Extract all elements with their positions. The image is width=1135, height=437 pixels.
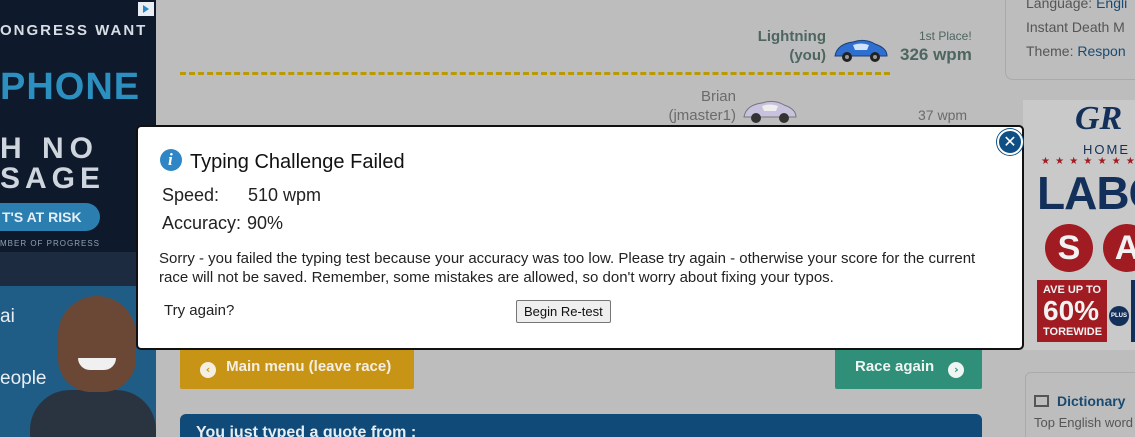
dialog-title-text: Typing Challenge Failed — [190, 151, 405, 173]
racer-name: Lightning — [757, 28, 826, 45]
settings-panel: Language: Engli Instant Death M Theme: R… — [1005, 0, 1135, 80]
main-menu-label: Main menu (leave race) — [226, 358, 392, 375]
info-icon — [160, 149, 182, 171]
ad-plus-badge: PLUS — [1109, 306, 1129, 326]
quote-header: You just typed a quote from : — [180, 414, 982, 437]
ad-letter: A — [1103, 224, 1135, 272]
ad-text: ONGRESS WANT — [0, 22, 148, 39]
right-column: Language: Engli Instant Death M Theme: R… — [1005, 0, 1135, 437]
car-you-icon — [834, 39, 888, 62]
main-menu-button[interactable]: ‹ Main menu (leave race) — [180, 345, 414, 389]
challenge-failed-dialog: Typing Challenge Failed ✕ Speed: 510 wpm… — [136, 125, 1024, 350]
place-label: 1st Place! — [919, 29, 972, 43]
ad-pill: T'S AT RISK — [0, 203, 100, 231]
ad-person-suit — [30, 390, 156, 437]
ad-text: PHONE — [0, 66, 141, 108]
ad-brand: GR — [1075, 100, 1123, 137]
accuracy-label: Accuracy: — [162, 213, 242, 233]
racer-name: Brian — [700, 88, 736, 105]
accuracy-row: Accuracy: 90% — [162, 213, 283, 234]
racer-you: Lightning (you) — [730, 27, 826, 65]
accuracy-value: 90% — [247, 213, 284, 233]
ad-letter: S — [1045, 224, 1093, 272]
speed-row: Speed: 510 wpm — [162, 185, 321, 206]
ad-headline: LABO — [1037, 167, 1135, 219]
speed-value: 510 wpm — [248, 185, 322, 205]
car-opponent-icon — [743, 100, 797, 123]
try-again-label: Try again? — [164, 302, 235, 319]
close-icon[interactable]: ✕ — [997, 129, 1023, 155]
ad-person-face — [58, 296, 136, 392]
racer-opponent: Brian (jmaster1) — [650, 87, 736, 125]
ad-text: HOME F — [1083, 142, 1135, 157]
race-again-button[interactable]: Race again › — [835, 345, 982, 389]
dialog-title: Typing Challenge Failed — [160, 149, 405, 174]
theme-label: Theme: — [1026, 43, 1074, 59]
ad-text: eople — [0, 368, 47, 389]
racer-wpm: 37 wpm — [918, 107, 968, 123]
race-again-label: Race again — [855, 358, 935, 375]
ad-save-box: AVE UP TO 60% TOREWIDE — [1037, 280, 1107, 342]
dictionary-subtitle[interactable]: Top English word — [1034, 415, 1135, 430]
failure-message: Sorry - you failed the typing test becau… — [159, 250, 976, 286]
racer-handle: (jmaster1) — [668, 107, 736, 124]
chevron-right-icon: › — [948, 362, 965, 378]
begin-retest-button[interactable]: Begin Re-test — [516, 300, 611, 323]
language-label: Language: — [1026, 0, 1093, 11]
speed-label: Speed: — [162, 185, 220, 205]
ad-text: SAGE — [0, 162, 106, 195]
dictionary-title[interactable]: Dictionary — [1057, 393, 1125, 409]
right-ad[interactable]: GR HOME F ★ ★ ★ ★ ★ ★ ★ ★ LABO S A AVE U… — [1023, 100, 1135, 350]
left-ad-top[interactable]: ONGRESS WANT PHONE H NO SAGE T'S AT RISK… — [0, 0, 156, 252]
ad-text: TOREWIDE — [1043, 326, 1103, 338]
book-icon — [1034, 395, 1049, 407]
ad-text: ai — [0, 306, 15, 327]
theme-value[interactable]: Respon — [1077, 43, 1125, 59]
ad-text: MBER OF PROGRESS — [0, 239, 101, 248]
ad-save-value: 60% — [1043, 295, 1100, 326]
chevron-left-icon: ‹ — [200, 362, 216, 378]
racer-handle: (you) — [789, 47, 826, 64]
race-track-line — [180, 72, 890, 75]
ad-person-smile — [78, 358, 116, 370]
ad-text: H NO — [0, 132, 99, 165]
left-ad-bottom[interactable]: ai eople — [0, 286, 156, 437]
instant-death-setting[interactable]: Instant Death M — [1026, 15, 1135, 39]
language-value[interactable]: Engli — [1096, 0, 1127, 11]
dictionary-panel: Dictionary Top English word — [1025, 372, 1135, 437]
racer-wpm: 326 wpm — [900, 45, 972, 64]
ad-choices-icon[interactable] — [138, 2, 154, 16]
left-ad-column: ONGRESS WANT PHONE H NO SAGE T'S AT RISK… — [0, 0, 156, 437]
ad-whe-box — [1131, 280, 1135, 342]
